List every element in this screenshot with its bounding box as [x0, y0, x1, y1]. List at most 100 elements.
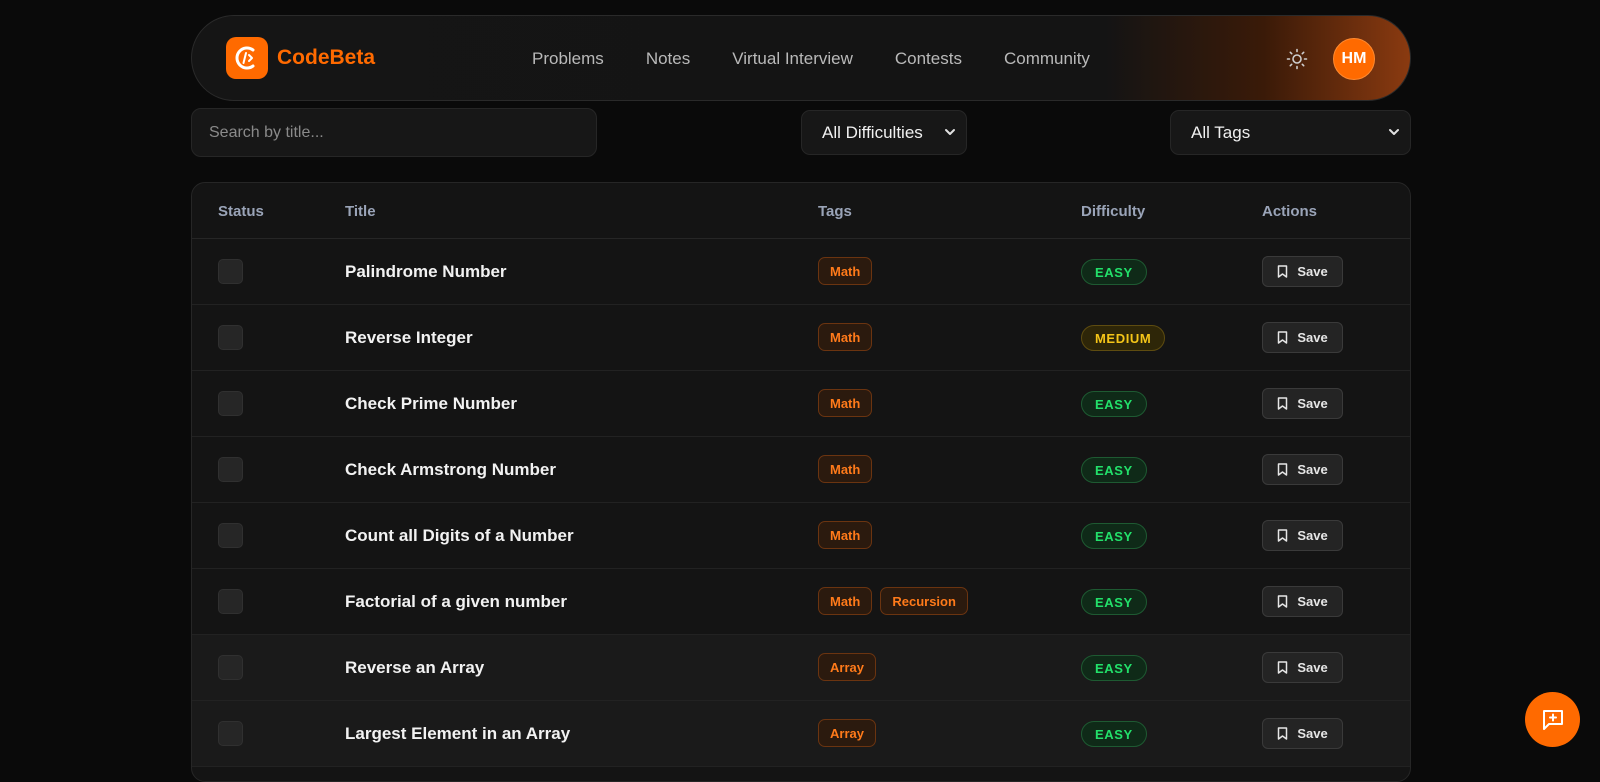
- table-body: Palindrome Number Math EASY Save Reverse Int…: [192, 239, 1410, 767]
- status-checkbox[interactable]: [218, 655, 243, 680]
- difficulty-select-value: All Difficulties: [822, 122, 923, 142]
- top-navbar: CodeBeta Problems Notes Virtual Intervie…: [191, 15, 1411, 101]
- header-difficulty: Difficulty: [1081, 203, 1146, 220]
- feedback-button[interactable]: [1525, 692, 1580, 747]
- brand-name: CodeBeta: [277, 46, 376, 69]
- table-header: Status Title Tags Difficulty Actions: [192, 183, 1410, 239]
- tag-badge: Recursion: [880, 587, 968, 615]
- tag-list: Math: [818, 521, 880, 549]
- tag-list: Array: [818, 719, 884, 747]
- difficulty-select[interactable]: All Difficulties: [801, 110, 967, 155]
- status-checkbox[interactable]: [218, 325, 243, 350]
- search-input[interactable]: [191, 108, 597, 157]
- bookmark-icon: [1278, 463, 1288, 476]
- table-row: Check Prime Number Math EASY Save: [192, 371, 1410, 437]
- save-button[interactable]: Save: [1262, 322, 1343, 353]
- status-checkbox[interactable]: [218, 589, 243, 614]
- chat-plus-icon: [1542, 709, 1563, 730]
- problems-table: Status Title Tags Difficulty Actions Pal…: [191, 182, 1411, 782]
- tag-list: Math Recursion: [818, 587, 976, 615]
- bookmark-icon: [1278, 265, 1288, 278]
- status-checkbox[interactable]: [218, 523, 243, 548]
- header-title: Title: [345, 203, 376, 220]
- difficulty-badge: EASY: [1081, 655, 1147, 681]
- bookmark-icon: [1278, 661, 1288, 674]
- chevron-down-icon: [1389, 129, 1399, 135]
- status-checkbox[interactable]: [218, 259, 243, 284]
- tag-list: Math: [818, 257, 880, 285]
- difficulty-badge: EASY: [1081, 391, 1147, 417]
- difficulty-badge: EASY: [1081, 721, 1147, 747]
- status-checkbox[interactable]: [218, 721, 243, 746]
- save-button[interactable]: Save: [1262, 256, 1343, 287]
- difficulty-badge: EASY: [1081, 457, 1147, 483]
- difficulty-badge: EASY: [1081, 259, 1147, 285]
- save-label: Save: [1297, 528, 1328, 543]
- save-button[interactable]: Save: [1262, 520, 1343, 551]
- tag-badge: Math: [818, 455, 873, 483]
- save-label: Save: [1297, 726, 1328, 741]
- save-label: Save: [1297, 462, 1328, 477]
- tag-badge: Array: [818, 719, 876, 747]
- table-row: Largest Element in an Array Array EASY Save: [192, 701, 1410, 767]
- tag-list: Math: [818, 455, 880, 483]
- save-label: Save: [1297, 264, 1328, 279]
- bookmark-icon: [1278, 727, 1288, 740]
- chevron-down-icon: [945, 129, 955, 135]
- save-label: Save: [1297, 330, 1328, 345]
- difficulty-badge: EASY: [1081, 523, 1147, 549]
- tag-badge: Math: [818, 323, 873, 351]
- table-row: Count all Digits of a Number Math EASY Save: [192, 503, 1410, 569]
- header-status: Status: [218, 203, 264, 220]
- nav-link-community[interactable]: Community: [1004, 49, 1090, 69]
- sun-icon[interactable]: [1286, 48, 1308, 70]
- header-tags: Tags: [818, 203, 852, 220]
- status-checkbox[interactable]: [218, 391, 243, 416]
- tag-badge: Math: [818, 389, 873, 417]
- table-row: Palindrome Number Math EASY Save: [192, 239, 1410, 305]
- bookmark-icon: [1278, 529, 1288, 542]
- header-actions: Actions: [1262, 203, 1318, 220]
- save-label: Save: [1297, 660, 1328, 675]
- tags-select-value: All Tags: [1191, 122, 1251, 142]
- problem-title[interactable]: Factorial of a given number: [345, 592, 567, 612]
- save-button[interactable]: Save: [1262, 388, 1343, 419]
- save-button[interactable]: Save: [1262, 454, 1343, 485]
- problem-title[interactable]: Reverse Integer: [345, 328, 473, 348]
- save-button[interactable]: Save: [1262, 718, 1343, 749]
- nav-link-contests[interactable]: Contests: [895, 49, 962, 69]
- table-row: Reverse Integer Math MEDIUM Save: [192, 305, 1410, 371]
- tag-list: Math: [818, 323, 880, 351]
- brand[interactable]: CodeBeta: [226, 37, 375, 79]
- bookmark-icon: [1278, 595, 1288, 608]
- save-button[interactable]: Save: [1262, 586, 1343, 617]
- tag-list: Array: [818, 653, 884, 681]
- problem-title[interactable]: Reverse an Array: [345, 658, 484, 678]
- save-label: Save: [1297, 594, 1328, 609]
- problem-title[interactable]: Largest Element in an Array: [345, 724, 570, 744]
- tag-list: Math: [818, 389, 880, 417]
- problem-title[interactable]: Check Prime Number: [345, 394, 517, 414]
- tag-badge: Math: [818, 587, 873, 615]
- avatar[interactable]: HM: [1333, 38, 1375, 80]
- save-button[interactable]: Save: [1262, 652, 1343, 683]
- nav-link-notes[interactable]: Notes: [646, 49, 690, 69]
- tags-select[interactable]: All Tags: [1170, 110, 1411, 155]
- tag-badge: Math: [818, 521, 873, 549]
- nav-link-virtual-interview[interactable]: Virtual Interview: [732, 49, 853, 69]
- nav-links: Problems Notes Virtual Interview Contest…: [532, 16, 1090, 102]
- tag-badge: Math: [818, 257, 873, 285]
- problem-title[interactable]: Count all Digits of a Number: [345, 526, 574, 546]
- nav-link-problems[interactable]: Problems: [532, 49, 604, 69]
- problem-title[interactable]: Palindrome Number: [345, 262, 507, 282]
- save-label: Save: [1297, 396, 1328, 411]
- bookmark-icon: [1278, 331, 1288, 344]
- difficulty-badge: EASY: [1081, 589, 1147, 615]
- problem-title[interactable]: Check Armstrong Number: [345, 460, 556, 480]
- table-row: Factorial of a given number Math Recursion…: [192, 569, 1410, 635]
- status-checkbox[interactable]: [218, 457, 243, 482]
- table-row: Check Armstrong Number Math EASY Save: [192, 437, 1410, 503]
- bookmark-icon: [1278, 397, 1288, 410]
- difficulty-badge: MEDIUM: [1081, 325, 1166, 351]
- code-logo-icon: [226, 37, 268, 79]
